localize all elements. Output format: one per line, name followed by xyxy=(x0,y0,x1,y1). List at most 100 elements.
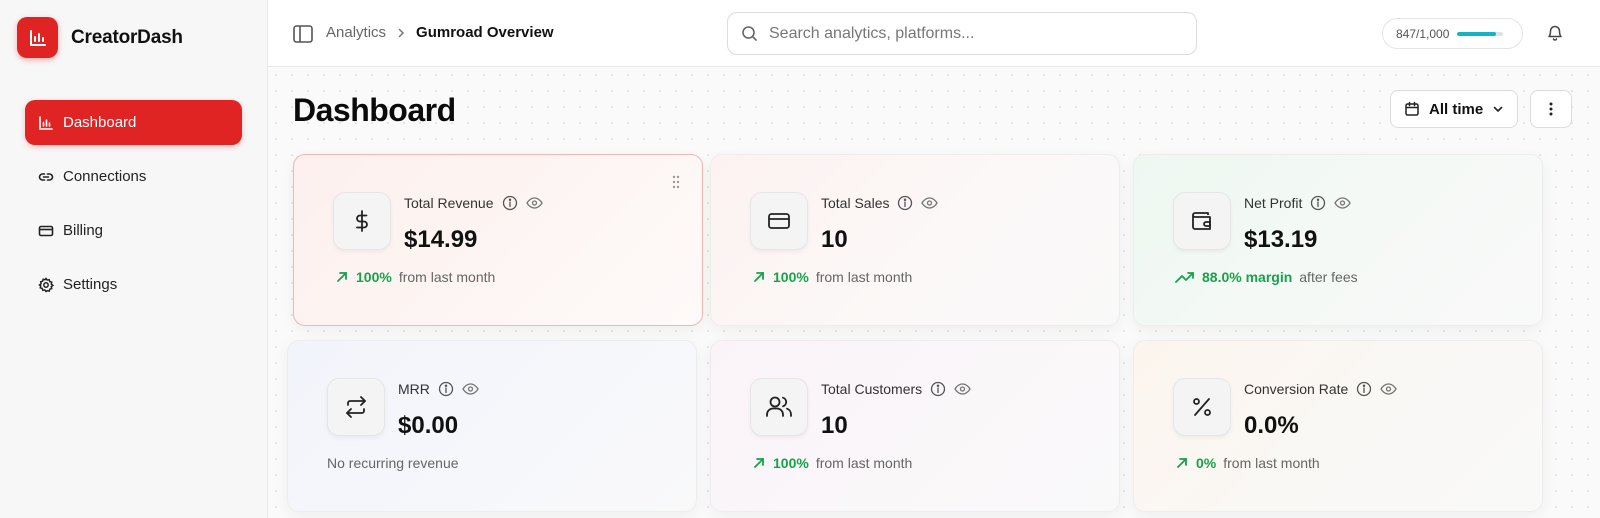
more-options-button[interactable] xyxy=(1530,90,1572,128)
stat-card-conversion-rate[interactable]: Conversion Rate 0.0% 0% from last month xyxy=(1133,340,1543,512)
trend-value: 100% xyxy=(773,269,809,285)
breadcrumb-current: Gumroad Overview xyxy=(416,24,554,41)
sidebar-item-settings[interactable]: Settings xyxy=(25,262,242,307)
card-label: Total Sales xyxy=(821,195,890,211)
trend-value: 88.0% margin xyxy=(1202,269,1293,285)
info-icon[interactable] xyxy=(438,381,454,397)
card-label: MRR xyxy=(398,381,430,397)
trend-suffix: from last month xyxy=(1223,455,1320,471)
chevron-down-icon xyxy=(1493,106,1503,113)
chevron-right-icon xyxy=(398,28,405,37)
usage-progress-fill xyxy=(1457,31,1497,36)
sidebar-toggle-icon[interactable] xyxy=(292,23,314,45)
card-label: Net Profit xyxy=(1244,195,1303,211)
card-label: Total Customers xyxy=(821,381,923,397)
date-range-button[interactable]: All time xyxy=(1390,90,1518,128)
breadcrumb-analytics[interactable]: Analytics xyxy=(326,24,386,41)
sidebar-item-dashboard[interactable]: Dashboard xyxy=(25,100,242,145)
brand[interactable]: CreatorDash xyxy=(17,17,183,58)
eye-icon[interactable] xyxy=(921,197,939,209)
topbar: Analytics Gumroad Overview 847/1,000 xyxy=(268,0,1600,67)
stat-card-total-sales[interactable]: Total Sales 10 100% from last month xyxy=(710,154,1120,326)
trend-value: 0% xyxy=(1196,455,1217,471)
eye-icon[interactable] xyxy=(1334,197,1352,209)
credit-card-icon xyxy=(38,225,54,236)
card-label-row: MRR xyxy=(398,381,479,397)
card-icon xyxy=(750,192,808,250)
card-label-row: Total Sales xyxy=(821,195,939,211)
trend-suffix: after fees xyxy=(1299,269,1358,285)
gear-icon xyxy=(38,276,54,293)
more-vertical-icon xyxy=(1549,102,1553,116)
card-value: $0.00 xyxy=(398,412,459,439)
card-label: Total Revenue xyxy=(404,195,494,211)
card-value: $14.99 xyxy=(404,226,478,253)
drag-handle-icon[interactable] xyxy=(672,175,680,189)
arrow-up-right-icon xyxy=(754,272,764,282)
usage-meter[interactable]: 847/1,000 xyxy=(1382,18,1523,49)
eye-icon[interactable] xyxy=(525,197,543,209)
brand-name: CreatorDash xyxy=(71,26,183,48)
info-icon[interactable] xyxy=(897,195,913,211)
calendar-icon xyxy=(1405,101,1419,116)
sidebar-item-billing[interactable]: Billing xyxy=(25,208,242,253)
card-trend: 0% from last month xyxy=(1175,455,1320,471)
stat-card-total-customers[interactable]: Total Customers 10 100% from last month xyxy=(710,340,1120,512)
eye-icon[interactable] xyxy=(462,383,479,395)
usage-text: 847/1,000 xyxy=(1396,26,1450,41)
sidebar-item-label: Connections xyxy=(63,168,147,185)
repeat-icon xyxy=(327,378,385,436)
card-value: 0.0% xyxy=(1244,412,1299,439)
page-title: Dashboard xyxy=(293,92,456,128)
date-range-label: All time xyxy=(1429,100,1484,118)
card-value: 10 xyxy=(821,226,848,253)
search-input[interactable] xyxy=(769,24,1169,43)
sidebar-item-label: Billing xyxy=(63,222,104,239)
trend-suffix: from last month xyxy=(398,269,496,285)
arrow-up-right-icon xyxy=(754,458,764,468)
users-icon xyxy=(750,378,808,436)
search-box[interactable] xyxy=(727,12,1197,55)
search-icon xyxy=(742,26,757,41)
sidebar-nav: Dashboard Connections Billing Settings xyxy=(25,100,242,316)
wallet-icon xyxy=(1173,192,1231,250)
dollar-icon xyxy=(333,192,391,250)
trend-suffix: from last month xyxy=(815,455,913,471)
breadcrumb: Analytics Gumroad Overview xyxy=(326,24,554,41)
card-label-row: Net Profit xyxy=(1244,195,1352,211)
stat-card-mrr[interactable]: MRR $0.00 No recurring revenue xyxy=(287,340,697,512)
logo-bar-chart-icon xyxy=(17,17,58,58)
eye-icon[interactable] xyxy=(1380,383,1398,395)
trending-up-icon xyxy=(1175,272,1194,283)
sidebar: CreatorDash Dashboard Connections Billin… xyxy=(0,0,268,518)
info-icon[interactable] xyxy=(502,195,518,211)
stat-card-total-revenue[interactable]: Total Revenue $14.99 100% from last mont… xyxy=(293,154,703,326)
eye-icon[interactable] xyxy=(954,383,971,395)
bell-icon[interactable] xyxy=(1546,24,1564,42)
card-label-row: Total Customers xyxy=(821,381,971,397)
card-value: $13.19 xyxy=(1244,226,1318,253)
link-icon xyxy=(38,172,54,181)
info-icon[interactable] xyxy=(930,381,946,397)
bar-chart-icon xyxy=(39,115,53,130)
card-trend: 100% from last month xyxy=(752,455,912,471)
main-content: Dashboard All time Total Revenue $14.99 … xyxy=(268,67,1600,518)
trend-value: 100% xyxy=(773,455,809,471)
sidebar-item-label: Dashboard xyxy=(63,114,137,131)
sidebar-item-connections[interactable]: Connections xyxy=(25,154,242,199)
trend-suffix: No recurring revenue xyxy=(327,455,459,471)
info-icon[interactable] xyxy=(1356,381,1372,397)
arrow-up-right-icon xyxy=(1177,458,1187,468)
card-trend: No recurring revenue xyxy=(327,455,459,471)
stat-card-net-profit[interactable]: Net Profit $13.19 88.0% margin after fee… xyxy=(1133,154,1543,326)
percent-icon xyxy=(1173,378,1231,436)
info-icon[interactable] xyxy=(1310,195,1326,211)
trend-suffix: from last month xyxy=(815,269,913,285)
card-trend: 88.0% margin after fees xyxy=(1175,269,1358,285)
card-trend: 100% from last month xyxy=(335,269,495,285)
card-value: 10 xyxy=(821,412,848,439)
arrow-up-right-icon xyxy=(337,272,347,282)
trend-value: 100% xyxy=(356,269,392,285)
sidebar-item-label: Settings xyxy=(63,276,118,293)
card-trend: 100% from last month xyxy=(752,269,912,285)
